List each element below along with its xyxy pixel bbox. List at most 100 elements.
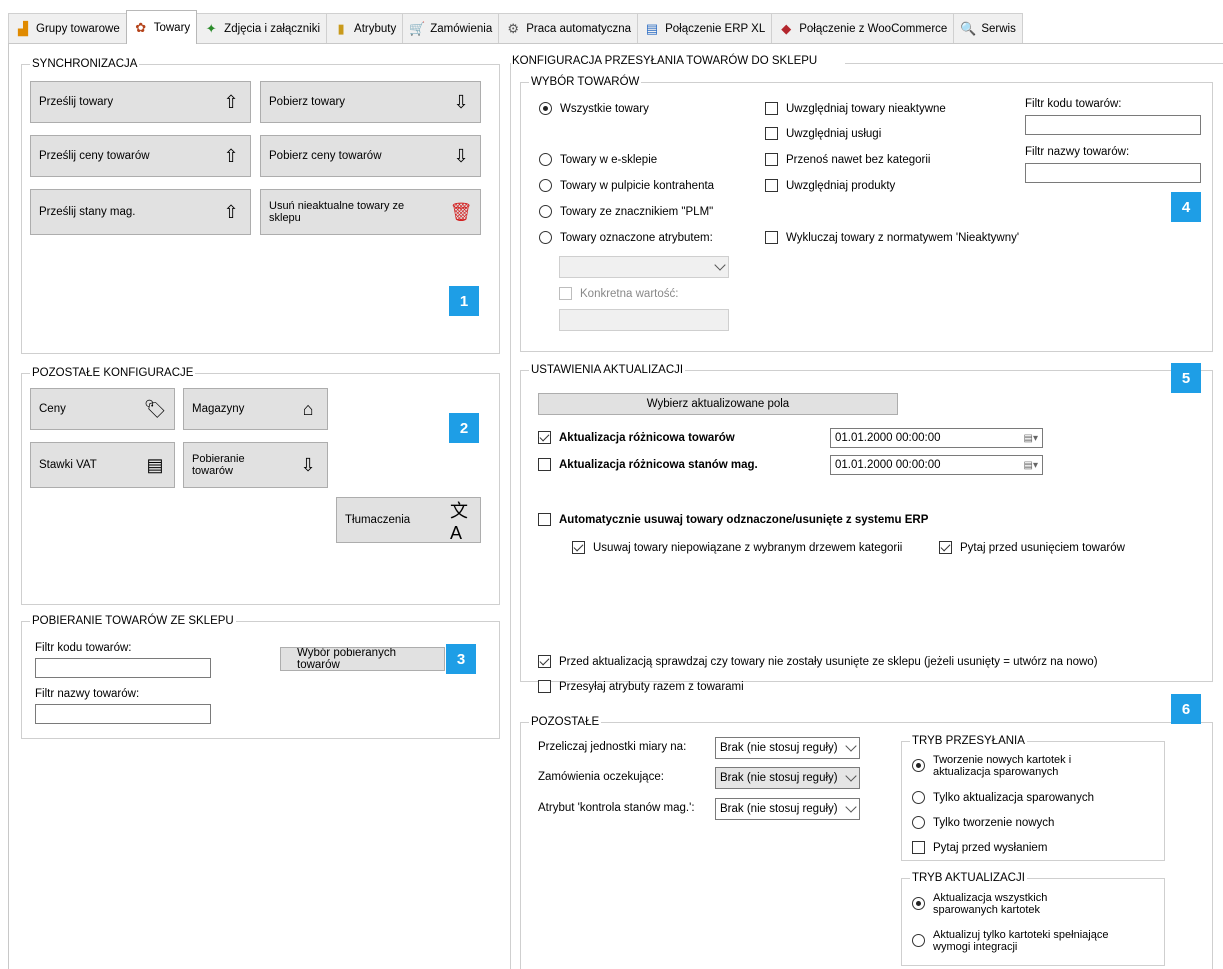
diff-products-checkbox[interactable]: Aktualizacja różnicowa towarów	[538, 431, 735, 444]
diff-stock-checkbox[interactable]: Aktualizacja różnicowa stanów mag.	[538, 458, 758, 471]
remaining-title: POZOSTAŁE	[529, 715, 602, 729]
select-download-products-button[interactable]: Wybór pobieranych towarów	[280, 647, 445, 671]
shop-code-filter-label: Filtr kodu towarów:	[35, 642, 132, 654]
download-cloud-icon: ⇩	[453, 91, 469, 112]
checkbox-box	[559, 287, 572, 300]
section-badge-6: 6	[1171, 694, 1201, 724]
radio-send-create-only[interactable]: Tylko tworzenie nowych	[912, 816, 1054, 829]
warehouses-button[interactable]: Magazyny ⌂	[183, 388, 328, 430]
tab-zdjecia[interactable]: ✦ Zdjęcia i załączniki	[196, 13, 328, 43]
radio-circle	[912, 897, 925, 910]
radio-circle	[912, 759, 925, 772]
radio-send-update-only[interactable]: Tylko aktualizacja sparowanych	[912, 791, 1094, 804]
chevron-down-icon	[714, 259, 726, 271]
section-badge-2: 2	[449, 413, 479, 443]
radio-attribute-products[interactable]: Towary oznaczone atrybutem:	[539, 231, 713, 244]
include-inactive-checkbox[interactable]: Uwzględniaj towary nieaktywne	[765, 102, 946, 115]
specific-value-input[interactable]	[559, 309, 729, 331]
unit-label: Przeliczaj jednostki miary na:	[538, 741, 687, 753]
radio-send-create-update[interactable]: Tworzenie nowych kartotek i aktualizacja…	[912, 754, 1103, 778]
download-products-button[interactable]: Pobieranie towarów ⇩	[183, 442, 328, 488]
radio-all-products[interactable]: Wszystkie towary	[539, 102, 649, 115]
send-prices-button[interactable]: Prześlij ceny towarów ⇧	[30, 135, 251, 177]
checkbox-box	[538, 458, 551, 471]
product-groups-icon: ▟	[18, 20, 28, 36]
tab-serwis[interactable]: 🔍 Serwis	[953, 13, 1023, 43]
send-stock-button[interactable]: Prześlij stany mag. ⇧	[30, 189, 251, 235]
unit-select[interactable]: Brak (nie stosuj reguły)	[715, 737, 860, 759]
auto-remove-checkbox[interactable]: Automatycznie usuwaj towary odznaczone/u…	[538, 513, 928, 526]
selection-title: WYBÓR TOWARÓW	[529, 75, 642, 89]
config-top-line	[845, 63, 1223, 64]
remove-unrelated-checkbox[interactable]: Usuwaj towary niepowiązane z wybranym dr…	[572, 541, 902, 554]
attribute-select[interactable]	[559, 256, 729, 278]
tab-towary[interactable]: ✿ Towary	[125, 10, 198, 44]
window: ▟ Grupy towarowe ✿ Towary ✦ Zdjęcia i załąc…	[0, 0, 1223, 969]
name-filter-input[interactable]	[1025, 163, 1201, 183]
diff-stock-date[interactable]: 01.01.2000 00:00:00 ▤▾	[830, 455, 1043, 475]
section-badge-5: 5	[1171, 363, 1201, 393]
include-products-checkbox[interactable]: Uwzględniaj produkty	[765, 179, 895, 192]
shop-code-filter-input[interactable]	[35, 658, 211, 678]
chevron-down-icon	[845, 801, 857, 813]
send-mode-group: TRYB PRZESYŁANIA Tworzenie nowych kartot…	[901, 734, 1165, 861]
tab-atrybuty[interactable]: ▮ Atrybuty	[326, 13, 404, 43]
specific-value-checkbox[interactable]: Konkretna wartość:	[559, 287, 678, 300]
send-attributes-checkbox[interactable]: Przesyłaj atrybuty razem z towarami	[538, 680, 744, 693]
exclude-inactive-norm-checkbox[interactable]: Wykluczaj towary z normatywem 'Nieaktywn…	[765, 231, 1019, 244]
radio-update-compliant[interactable]: Aktualizuj tylko kartoteki spełniające w…	[912, 929, 1113, 953]
tab-content: SYNCHRONIZACJA Prześlij towary ⇧ Pobierz …	[8, 44, 1223, 969]
checkbox-box	[912, 841, 925, 854]
move-without-category-checkbox[interactable]: Przenoś nawet bez kategorii	[765, 153, 930, 166]
send-products-button[interactable]: Prześlij towary ⇧	[30, 81, 251, 123]
tab-praca-automatyczna[interactable]: ⚙ Praca automatyczna	[498, 13, 639, 43]
ask-before-send-checkbox[interactable]: Pytaj przed wysłaniem	[912, 841, 1047, 854]
update-mode-title: TRYB AKTUALIZACJI	[910, 871, 1027, 885]
code-filter-label: Filtr kodu towarów:	[1025, 98, 1122, 110]
code-filter-input[interactable]	[1025, 115, 1201, 135]
vat-rates-button[interactable]: Stawki VAT ▤	[30, 442, 175, 488]
shop-download-title: POBIERANIE TOWARÓW ZE SKLEPU	[30, 614, 236, 628]
get-products-button[interactable]: Pobierz towary ⇩	[260, 81, 481, 123]
calendar-dropdown-icon: ▤▾	[1023, 432, 1038, 444]
checkbox-box	[765, 231, 778, 244]
sync-title: SYNCHRONIZACJA	[30, 57, 140, 71]
shop-name-filter-input[interactable]	[35, 704, 211, 724]
radio-plm-products[interactable]: Towary ze znacznikiem "PLM"	[539, 205, 713, 218]
prices-button[interactable]: Ceny 🏷	[30, 388, 175, 430]
diff-products-date[interactable]: 01.01.2000 00:00:00 ▤▾	[830, 428, 1043, 448]
gears-icon: ⚙	[507, 20, 520, 36]
radio-update-all[interactable]: Aktualizacja wszystkich sparowanych kart…	[912, 892, 1103, 916]
config-title: KONFIGURACJA PRZESYŁANIA TOWARÓW DO SKLE…	[512, 55, 818, 67]
radio-eshop-products[interactable]: Towary w e-sklepie	[539, 153, 657, 166]
stock-attr-select[interactable]: Brak (nie stosuj reguły)	[715, 798, 860, 820]
products-icon: ✿	[135, 19, 147, 35]
selection-group: WYBÓR TOWARÓW Wszystkie towary Towary w …	[520, 75, 1213, 352]
tab-woocommerce[interactable]: ◆ Połączenie z WooCommerce	[771, 13, 955, 43]
orders-select[interactable]: Brak (nie stosuj reguły)	[715, 767, 860, 789]
check-removed-checkbox[interactable]: Przed aktualizacją sprawdzaj czy towary …	[538, 655, 1098, 668]
translations-button[interactable]: Tłumaczenia 文A	[336, 497, 481, 543]
get-prices-button[interactable]: Pobierz ceny towarów ⇩	[260, 135, 481, 177]
radio-circle	[539, 102, 552, 115]
ask-before-remove-checkbox[interactable]: Pytaj przed usunięciem towarów	[939, 541, 1125, 554]
choose-fields-button[interactable]: Wybierz aktualizowane pola	[538, 393, 898, 415]
download-cloud-icon: ⇩	[453, 145, 469, 166]
checkbox-box	[538, 655, 551, 668]
upload-cloud-icon: ⇧	[223, 145, 239, 166]
upload-cloud-icon: ⇧	[223, 91, 239, 112]
checkbox-box	[538, 431, 551, 444]
chevron-down-icon	[845, 770, 857, 782]
checkbox-box	[538, 513, 551, 526]
tab-polaczenie-erp[interactable]: ▤ Połączenie ERP XL	[637, 13, 773, 43]
tab-zamowienia[interactable]: 🛒 Zamówienia	[402, 13, 500, 43]
other-config-group: POZOSTAŁE KONFIGURACJE Ceny 🏷 Magazyny ⌂ S…	[21, 366, 500, 605]
radio-circle	[539, 179, 552, 192]
tab-grupy-towarowe[interactable]: ▟ Grupy towarowe	[8, 13, 127, 43]
update-title: USTAWIENIA AKTUALIZACJI	[529, 363, 686, 377]
include-services-checkbox[interactable]: Uwzględniaj usługi	[765, 127, 881, 140]
remove-outdated-button[interactable]: Usuń nieaktualne towary ze sklepu 🗑	[260, 189, 481, 235]
radio-circle	[912, 791, 925, 804]
radio-contractor-products[interactable]: Towary w pulpicie kontrahenta	[539, 179, 714, 192]
upload-cloud-icon: ⇧	[223, 201, 239, 222]
